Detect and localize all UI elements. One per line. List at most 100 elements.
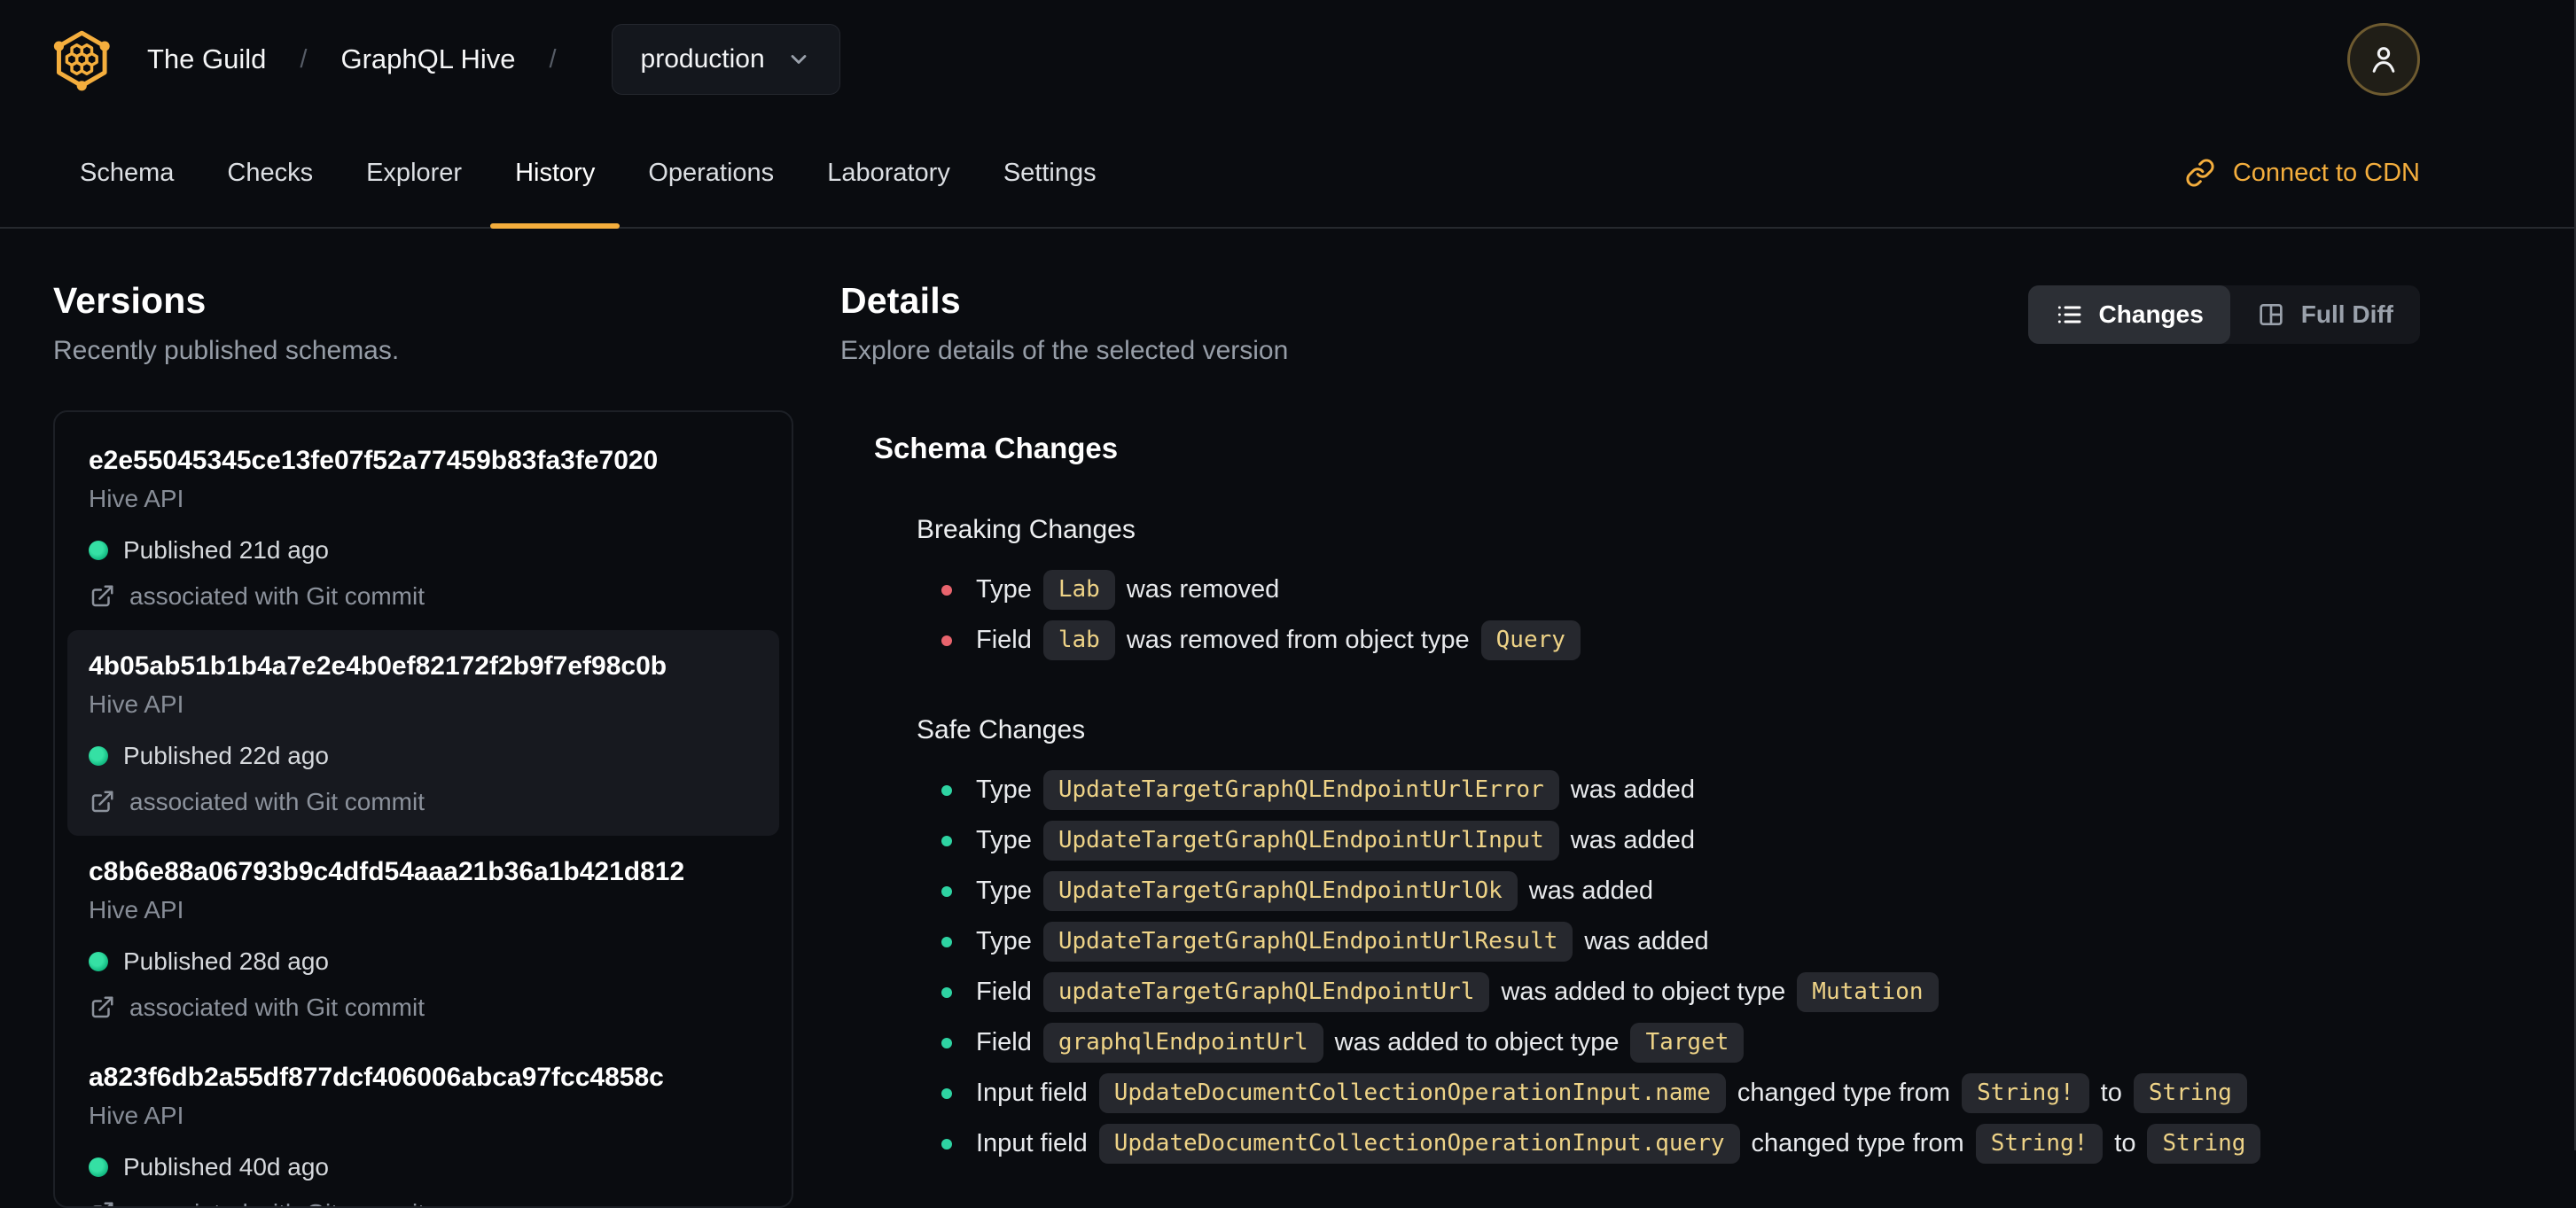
bullet-icon [941,1138,952,1150]
view-toggle-button[interactable]: Full Diff [2230,285,2420,344]
published-dot-icon [89,1157,108,1177]
change-text: was added [1570,826,1696,854]
breadcrumb-project[interactable]: GraphQL Hive [340,43,515,75]
nav-tab-label: Checks [227,158,314,187]
change-text: was added to object type [1334,1028,1620,1056]
change-text: Field [976,626,1032,654]
view-toggle-group: Changes Full Diff [2027,285,2420,344]
change-text: changed type from [1737,1079,1951,1107]
external-link-icon [93,1202,113,1206]
version-list-item[interactable]: e2e55045345ce13fe07f52a77459b83fa3fe7020… [67,425,779,630]
version-service: Hive API [89,690,184,718]
bullet-icon [941,885,952,897]
main-content: Versions Recently published schemas. e2e… [0,229,2576,1208]
code-chip: UpdateTargetGraphQLEndpointUrlError [1042,770,1559,810]
versions-title: Versions [53,280,207,321]
version-list: e2e55045345ce13fe07f52a77459b83fa3fe7020… [53,410,793,1208]
code-chip: updateTargetGraphQLEndpointUrl [1042,972,1490,1012]
version-hash: 4b05ab51b1b4a7e2e4b0ef82172f2b9f7ef98c0b [89,651,667,681]
user-avatar[interactable] [2347,23,2420,96]
change-list: Type Lab was removed Field lab was removed f… [917,565,2420,666]
schema-change-item: Field lab was removed from object type Quer… [941,615,2420,666]
main-nav: Schema Checks Explorer History Operations Lab… [0,119,2576,229]
target-selector-button[interactable]: production [611,24,840,95]
nav-tab-explorer[interactable]: Explorer [340,119,488,227]
change-text: Input field [976,1079,1088,1107]
nav-tab-checks[interactable]: Checks [200,119,340,227]
git-commit-label: associated with Git commit [129,582,425,610]
versions-subtitle: Recently published schemas. [53,336,400,365]
schema-change-item: Type UpdateTargetGraphQLEndpointUrlError w… [941,765,2420,815]
schema-change-item: Type UpdateTargetGraphQLEndpointUrlOk was … [941,866,2420,916]
nav-tab-label: Operations [648,158,775,187]
git-commit-link[interactable]: associated with Git commit [89,1199,758,1206]
git-commit-link[interactable]: associated with Git commit [89,788,758,816]
version-service: Hive API [89,485,184,512]
code-chip: UpdateTargetGraphQLEndpointUrlInput [1042,821,1559,861]
change-group: Breaking Changes Type Lab was removed Fiel… [874,515,2420,666]
list-icon [2057,306,2081,323]
version-published-text: Published 40d ago [123,1153,329,1181]
schema-change-item: Type UpdateTargetGraphQLEndpointUrlResult… [941,916,2420,967]
code-chip: UpdateTargetGraphQLEndpointUrlResult [1042,922,1573,962]
nav-tab-history[interactable]: History [488,119,621,229]
code-chip: Mutation [1797,972,1939,1012]
change-text: changed type from [1751,1129,1964,1157]
version-list-item[interactable]: 4b05ab51b1b4a7e2e4b0ef82172f2b9f7ef98c0b… [67,630,779,836]
columns-icon [2260,304,2283,325]
nav-tab-operations[interactable]: Operations [621,119,800,227]
details-panel: Details Explore details of the selected … [840,280,2420,1208]
bullet-icon [941,1037,952,1048]
version-list-item[interactable]: a823f6db2a55df877dcf406006abca97fcc4858c… [67,1041,779,1206]
change-group: Safe Changes Type UpdateTargetGraphQLEndp… [874,715,2420,1169]
bullet-icon [941,936,952,947]
schema-changes-section: Schema Changes Breaking Changes Type Lab w… [840,432,2420,1169]
version-hash: c8b6e88a06793b9c4dfd54aaa21b36a1b421d812 [89,857,685,886]
bullet-icon [941,584,952,596]
nav-tab-laboratory[interactable]: Laboratory [800,119,977,227]
external-link-icon [91,791,113,813]
code-chip: String! [1962,1073,2089,1113]
version-published-text: Published 21d ago [123,536,329,564]
nav-tab-label: Settings [1003,158,1097,187]
external-link-icon [91,996,113,1018]
connect-to-cdn-link[interactable]: Connect to CDN [2185,119,2420,227]
view-toggle-button[interactable]: Changes [2027,285,2230,344]
breadcrumb: The Guild / GraphQL Hive / production [147,24,840,95]
change-text: was removed [1126,575,1280,604]
change-group-title: Breaking Changes [917,515,1136,544]
git-commit-link[interactable]: associated with Git commit [89,582,758,611]
version-status: Published 28d ago [89,947,758,976]
details-heading-block: Details Explore details of the selected … [840,280,1288,366]
change-text: Field [976,978,1032,1006]
nav-tab-label: Schema [80,158,175,187]
hive-logo-icon[interactable] [53,27,112,91]
change-group-title: Safe Changes [917,715,1086,744]
view-toggle-label: Full Diff [2300,300,2393,328]
bullet-icon [941,986,952,998]
version-hash: e2e55045345ce13fe07f52a77459b83fa3fe7020 [89,446,659,475]
change-text: Field [976,1028,1032,1056]
schema-change-item: Field graphqlEndpointUrl was added to obje… [941,1017,2420,1068]
breadcrumb-separator: / [549,44,557,74]
app-header: The Guild / GraphQL Hive / production [0,0,2576,119]
change-text: was added to object type [1501,978,1786,1006]
code-chip: Query [1480,620,1581,660]
target-selector-value: production [640,44,765,74]
nav-tab-schema[interactable]: Schema [53,119,200,227]
git-commit-link[interactable]: associated with Git commit [89,994,758,1022]
change-text: Type [976,826,1032,854]
nav-tab-settings[interactable]: Settings [977,119,1123,227]
schema-changes-title: Schema Changes [874,432,1119,464]
version-list-item[interactable]: c8b6e88a06793b9c4dfd54aaa21b36a1b421d812… [67,836,779,1041]
change-list: Type UpdateTargetGraphQLEndpointUrlError w… [917,765,2420,1169]
change-text: Type [976,877,1032,905]
version-service: Hive API [89,1102,184,1129]
code-chip: String! [1975,1124,2104,1164]
breadcrumb-org[interactable]: The Guild [147,43,266,75]
bullet-icon [941,784,952,796]
user-icon [2372,47,2395,73]
version-status: Published 21d ago [89,536,758,565]
change-text: was removed from object type [1126,626,1470,654]
change-text: was added [1570,775,1696,804]
